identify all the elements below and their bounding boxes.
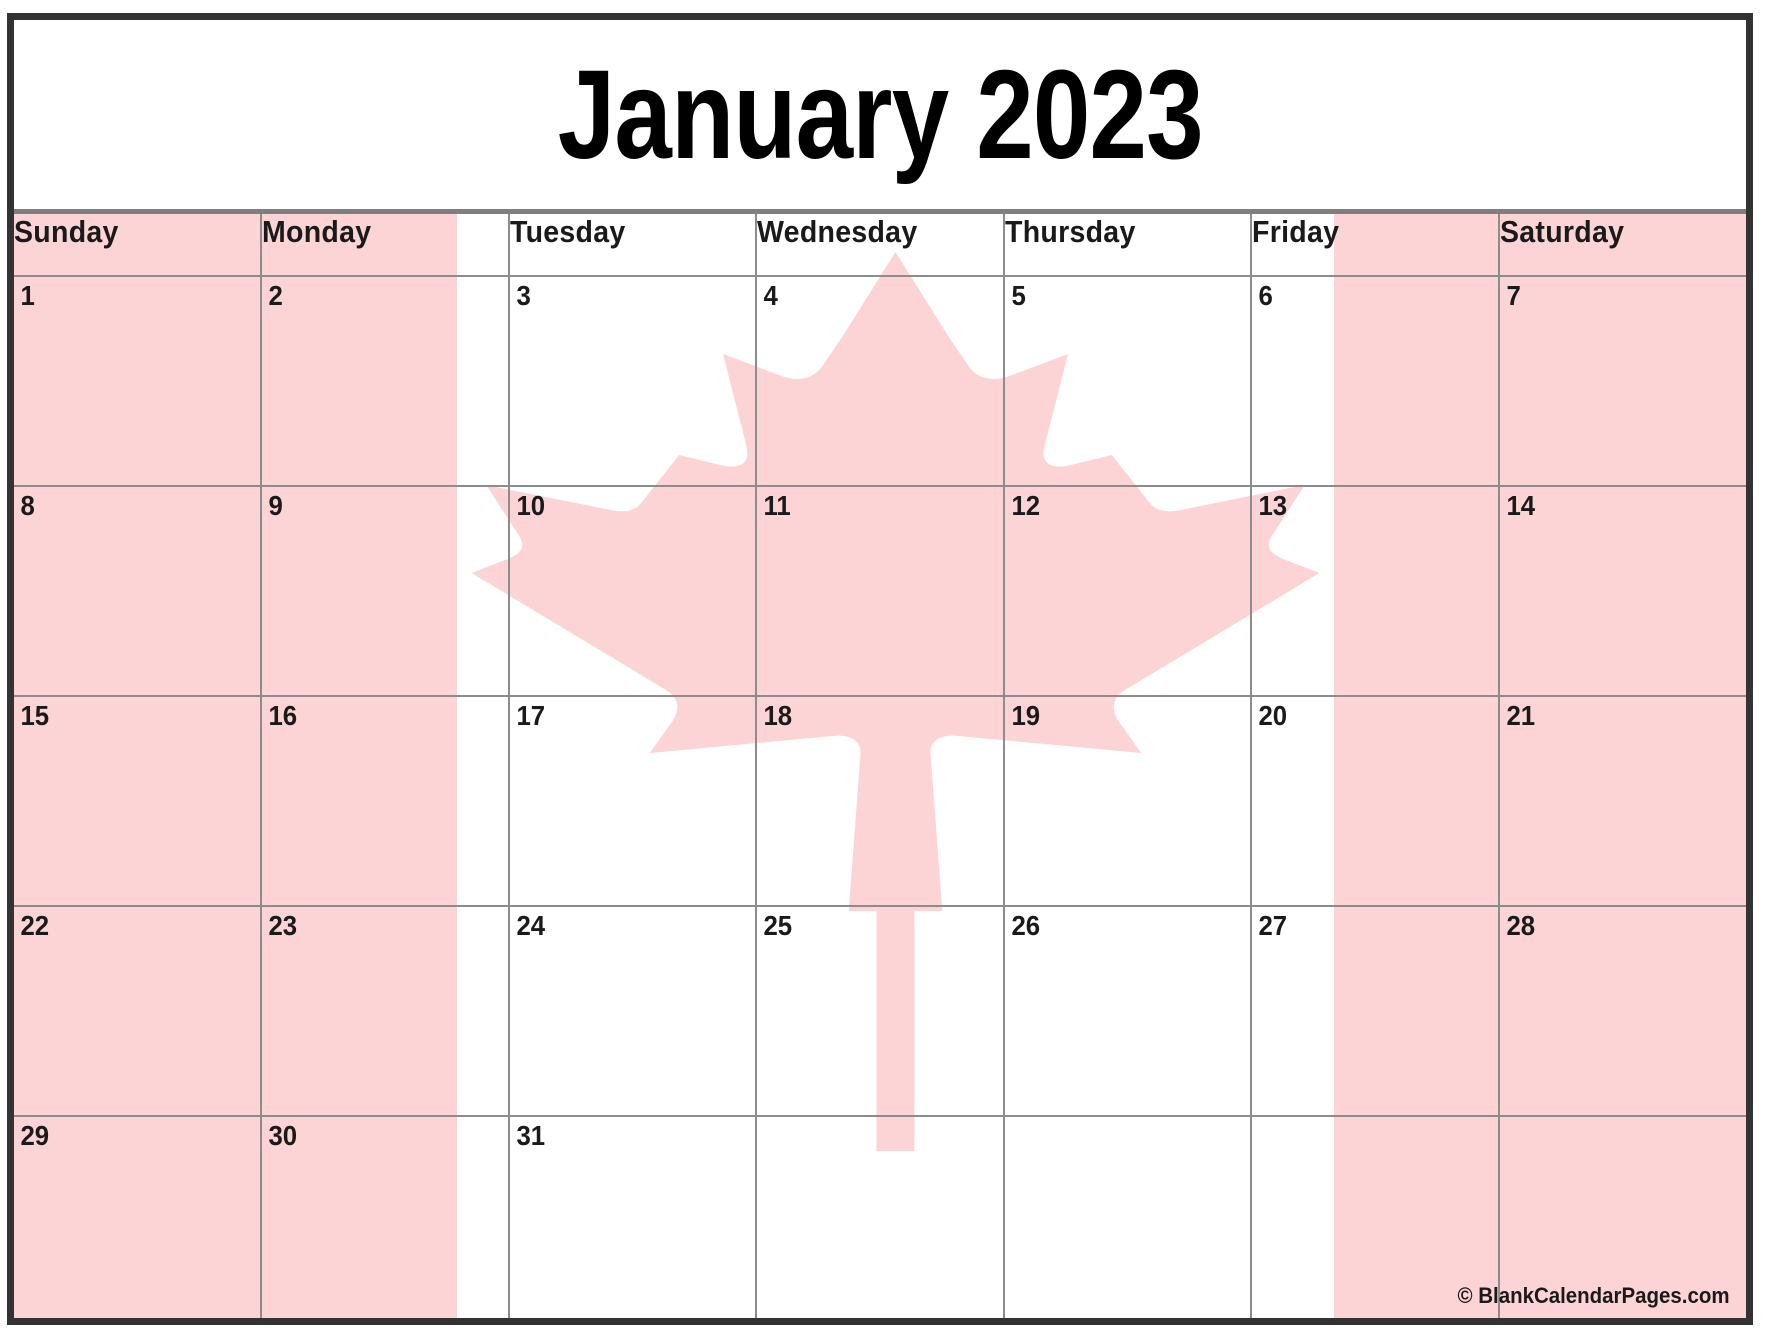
day-cell[interactable]: 7	[1497, 275, 1746, 487]
day-cell[interactable]: 12	[1002, 485, 1253, 697]
day-cell[interactable]: 20	[1250, 695, 1500, 907]
weekday-label: Thursday	[1004, 214, 1136, 249]
day-number: 13	[1258, 490, 1288, 521]
day-number: 19	[1011, 700, 1040, 731]
copyright-credit: © BlankCalendarPages.com	[1457, 1283, 1730, 1308]
day-number: 24	[516, 910, 545, 941]
calendar-grid-wrapper: Sunday Monday Tuesday Wednesday Thursday…	[14, 214, 1746, 1318]
day-cell[interactable]: 1	[14, 275, 263, 487]
calendar-week-row: 8 9 10 11 12 13 14	[14, 485, 1746, 697]
day-cell[interactable]: 3	[507, 275, 758, 487]
day-cell[interactable]: 14	[1497, 485, 1746, 697]
day-cell[interactable]: 10	[507, 485, 758, 697]
day-number: 7	[1505, 280, 1521, 311]
weekday-label: Wednesday	[757, 214, 918, 249]
day-number: 5	[1011, 280, 1026, 311]
day-cell[interactable]: 5	[1002, 275, 1253, 487]
day-cell[interactable]: 16	[260, 695, 510, 907]
day-cell[interactable]: 30	[260, 1115, 510, 1318]
weekday-header-row: Sunday Monday Tuesday Wednesday Thursday…	[14, 214, 1746, 277]
day-cell[interactable]	[1002, 1115, 1253, 1318]
day-number: 3	[516, 280, 531, 311]
calendar-table: Sunday Monday Tuesday Wednesday Thursday…	[14, 214, 1746, 1318]
day-number: 4	[763, 280, 779, 311]
day-cell[interactable]: 2	[260, 275, 510, 487]
day-cell[interactable]: 15	[14, 695, 263, 907]
day-cell[interactable]: 21	[1497, 695, 1746, 907]
calendar-week-row: 22 23 24 25 26 27 28	[14, 905, 1746, 1117]
day-cell[interactable]: 28	[1497, 905, 1746, 1117]
day-number: 25	[763, 910, 793, 941]
day-cell[interactable]: 4	[755, 275, 1005, 487]
day-number: 30	[268, 1120, 298, 1151]
weekday-label: Monday	[262, 214, 372, 249]
day-cell[interactable]: 25	[755, 905, 1005, 1117]
day-number: 22	[20, 910, 50, 941]
calendar-page: January 2023 Sunday Monday Tuesday Wedne…	[7, 13, 1753, 1325]
weekday-header-monday: Monday	[260, 214, 510, 277]
day-cell[interactable]: 11	[755, 485, 1005, 697]
weekday-header-saturday: Saturday	[1497, 214, 1746, 277]
weekday-label: Sunday	[14, 214, 119, 249]
day-number: 10	[516, 490, 545, 521]
page-title: January 2023	[557, 43, 1203, 185]
day-number: 18	[763, 700, 793, 731]
day-number: 2	[268, 280, 284, 311]
day-number: 14	[1505, 490, 1535, 521]
weekday-header-thursday: Thursday	[1002, 214, 1253, 277]
day-number: 27	[1258, 910, 1288, 941]
day-number: 6	[1258, 280, 1273, 311]
day-number: 12	[1011, 490, 1040, 521]
day-cell[interactable]: 19	[1002, 695, 1253, 907]
day-number: 29	[20, 1120, 50, 1151]
day-cell[interactable]: 6	[1250, 275, 1500, 487]
day-cell[interactable]: 29	[14, 1115, 263, 1318]
day-number: 28	[1505, 910, 1535, 941]
day-cell[interactable]: 31	[507, 1115, 758, 1318]
day-cell[interactable]: 24	[507, 905, 758, 1117]
day-cell[interactable]	[755, 1115, 1005, 1318]
weekday-header-wednesday: Wednesday	[755, 214, 1005, 277]
day-cell[interactable]: 27	[1250, 905, 1500, 1117]
day-number: 26	[1011, 910, 1040, 941]
calendar-title-banner: January 2023	[14, 20, 1746, 214]
weekday-label: Tuesday	[509, 214, 626, 249]
day-cell[interactable]: 22	[14, 905, 263, 1117]
day-cell[interactable]: 17	[507, 695, 758, 907]
weekday-label: Saturday	[1499, 214, 1624, 249]
day-cell[interactable]: 9	[260, 485, 510, 697]
calendar-week-row: 15 16 17 18 19 20 21	[14, 695, 1746, 907]
day-number: 17	[516, 700, 545, 731]
day-cell[interactable]: 18	[755, 695, 1005, 907]
weekday-header-friday: Friday	[1250, 214, 1500, 277]
day-number: 1	[20, 280, 35, 311]
day-cell[interactable]: 26	[1002, 905, 1253, 1117]
calendar-week-row: 1 2 3 4 5 6 7	[14, 275, 1746, 487]
day-cell[interactable]: 8	[14, 485, 263, 697]
day-number: 8	[20, 490, 35, 521]
day-number: 15	[20, 700, 50, 731]
weekday-header-tuesday: Tuesday	[507, 214, 758, 277]
day-number: 31	[516, 1120, 545, 1151]
day-cell[interactable]: 13	[1250, 485, 1500, 697]
day-number: 9	[268, 490, 284, 521]
day-number: 16	[268, 700, 298, 731]
day-number: 11	[763, 490, 791, 521]
day-cell[interactable]: 23	[260, 905, 510, 1117]
day-number: 20	[1258, 700, 1288, 731]
weekday-header-sunday: Sunday	[14, 214, 263, 277]
day-number: 23	[268, 910, 298, 941]
weekday-label: Friday	[1252, 214, 1340, 249]
day-number: 21	[1505, 700, 1535, 731]
